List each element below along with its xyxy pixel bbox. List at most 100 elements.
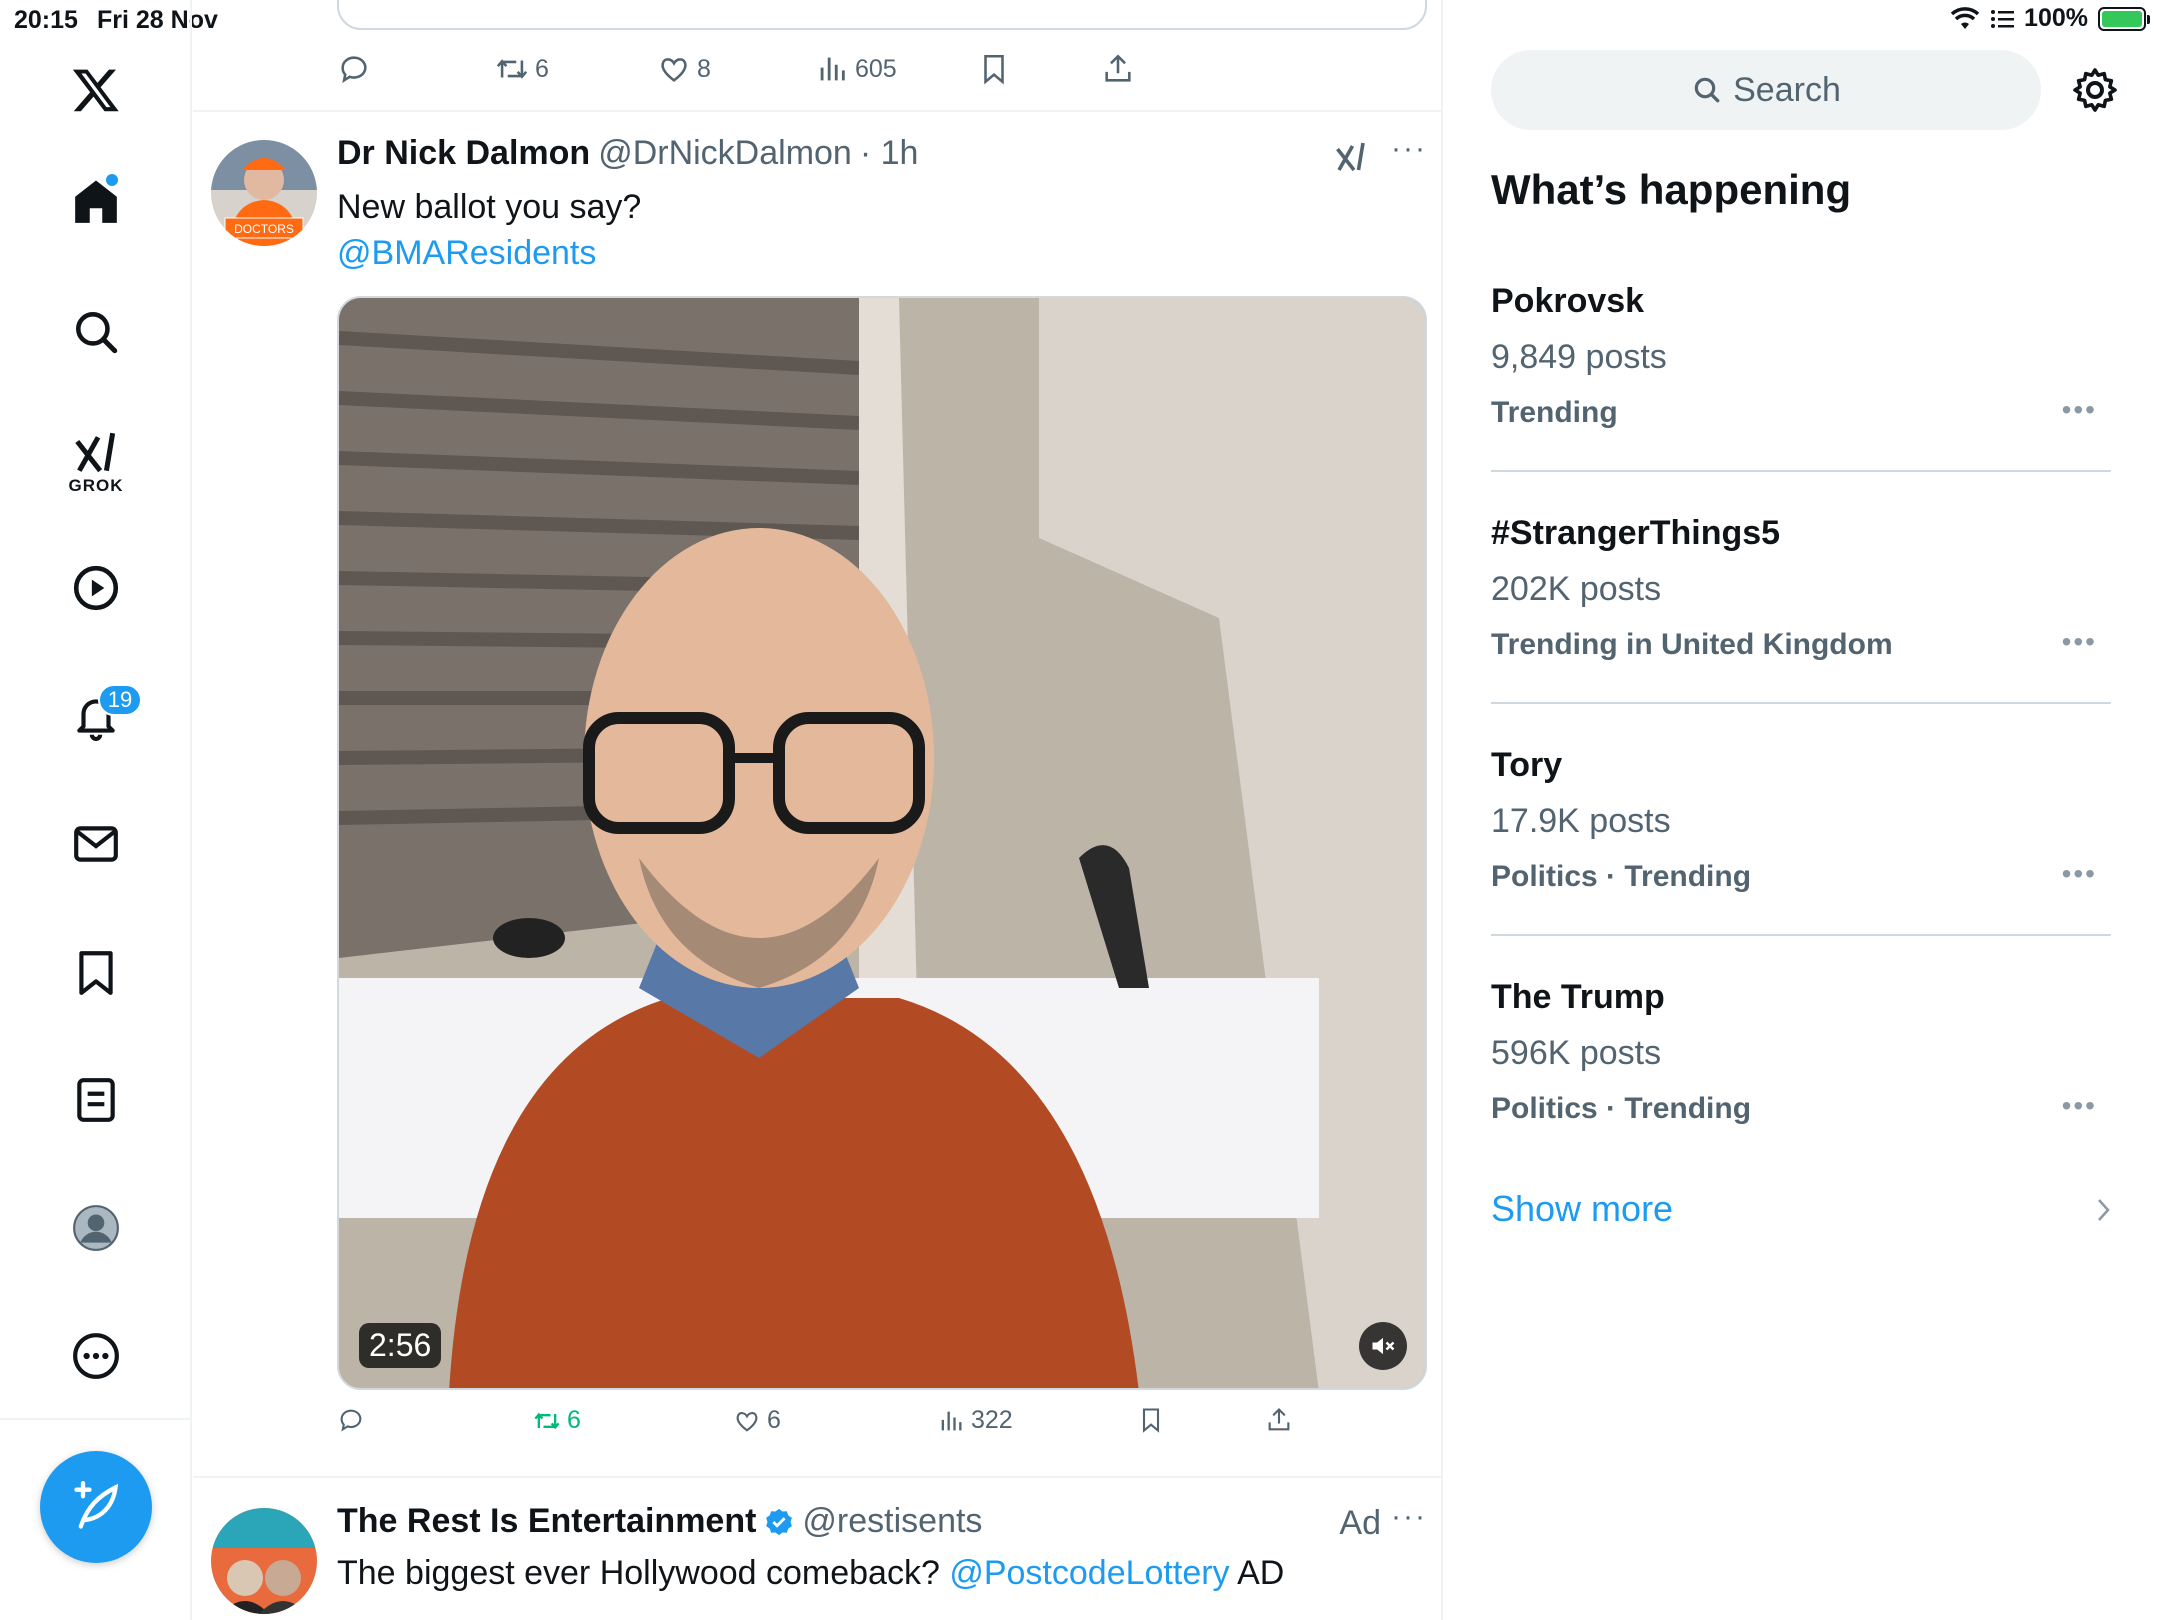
profile-avatar-icon[interactable] — [66, 1198, 126, 1258]
bookmark-icon — [984, 54, 1004, 85]
compose-post-button[interactable] — [40, 1451, 152, 1563]
post-more-icon[interactable]: ··· — [1391, 132, 1427, 166]
ad-author-handle[interactable]: @restisents — [802, 1502, 982, 1541]
retweet-button[interactable]: 6 — [533, 1406, 581, 1435]
search-icon — [1694, 77, 1720, 103]
trend-more-icon[interactable]: ••• — [2062, 858, 2097, 890]
bookmark-post-button[interactable] — [977, 52, 1011, 86]
notifications-badge: 19 — [98, 684, 142, 716]
grok-icon[interactable] — [66, 424, 126, 484]
gear-icon[interactable] — [2071, 66, 2119, 114]
bookmark-post-button[interactable] — [1137, 1406, 1165, 1434]
trend-context: Politics · Trending — [1491, 1092, 1752, 1125]
ad-mention-link[interactable]: @PostcodeLottery — [949, 1554, 1229, 1592]
heart-icon — [736, 1411, 758, 1432]
home-unread-dot — [106, 174, 118, 186]
trend-item[interactable]: Tory 17.9K posts Politics · Trending ••• — [1491, 746, 2111, 978]
reply-button[interactable] — [337, 52, 371, 86]
grok-explain-icon[interactable] — [1333, 140, 1369, 176]
trend-name: Tory — [1491, 746, 1563, 784]
search-placeholder: Search — [1733, 70, 1841, 109]
trend-more-icon[interactable]: ••• — [2062, 1090, 2097, 1122]
post-mention-link[interactable]: @BMAResidents — [337, 230, 596, 276]
trend-item[interactable]: The Trump 596K posts Politics · Trending… — [1491, 978, 2111, 1210]
x-logo-icon[interactable] — [66, 60, 126, 120]
trend-item[interactable]: #StrangerThings5 202K posts Trending in … — [1491, 514, 2111, 746]
search-input[interactable]: Search — [1491, 50, 2041, 130]
retweet-button[interactable]: 6 — [495, 52, 549, 86]
avatar-sign-text: DOCTORS — [234, 222, 294, 236]
retweet-count: 6 — [535, 54, 549, 83]
ad-author-avatar[interactable] — [211, 1508, 317, 1614]
lists-icon[interactable] — [66, 1070, 126, 1130]
views-chart-icon — [941, 1411, 962, 1430]
ad-author-name[interactable]: The Rest Is Entertainment — [337, 1502, 756, 1541]
post-divider — [193, 1476, 1441, 1478]
trend-more-icon[interactable]: ••• — [2062, 626, 2097, 658]
speaker-muted-icon — [1372, 1337, 1395, 1355]
whats-happening-title: What’s happening — [1491, 166, 1852, 213]
views-button[interactable]: 605 — [815, 52, 897, 86]
ad-post-text: The biggest ever Hollywood comeback? @Po… — [337, 1550, 1284, 1596]
share-button[interactable] — [1265, 1406, 1293, 1434]
video-duration: 2:56 — [359, 1323, 442, 1368]
retweet-active-icon — [534, 1412, 560, 1429]
verified-badge-icon — [766, 1508, 793, 1535]
like-button[interactable]: 8 — [657, 52, 711, 86]
share-button[interactable] — [1101, 52, 1135, 86]
views-count: 322 — [971, 1406, 1013, 1434]
views-button[interactable]: 322 — [937, 1406, 1013, 1435]
left-nav: GROK 19 — [0, 0, 192, 1620]
post-divider — [193, 110, 1441, 112]
like-button[interactable]: 6 — [733, 1406, 781, 1435]
trend-divider — [1491, 702, 2111, 704]
trend-post-count: 17.9K posts — [1491, 802, 1671, 840]
post-timestamp[interactable]: · 1h — [860, 134, 919, 173]
grok-label: GROK — [68, 476, 124, 495]
post-author-avatar[interactable]: DOCTORS — [211, 140, 317, 246]
ad-text-before: The biggest ever Hollywood comeback? — [337, 1554, 950, 1592]
like-count: 6 — [767, 1406, 781, 1434]
views-chart-icon — [820, 57, 845, 81]
reply-icon — [341, 56, 367, 83]
trend-context: Trending — [1491, 396, 1618, 429]
trend-post-count: 202K posts — [1491, 570, 1662, 608]
mute-button[interactable] — [1359, 1322, 1407, 1370]
post-text: New ballot you say? — [337, 188, 642, 226]
trend-more-icon[interactable]: ••• — [2062, 394, 2097, 426]
trend-name: The Trump — [1491, 978, 1665, 1016]
heart-icon — [661, 58, 687, 82]
reply-icon — [340, 1409, 362, 1432]
trend-context: Politics · Trending — [1491, 860, 1752, 893]
share-icon — [1105, 54, 1131, 82]
ad-more-icon[interactable]: ··· — [1391, 1500, 1427, 1534]
search-icon[interactable] — [66, 302, 126, 362]
post-author-handle[interactable]: @DrNickDalmon — [598, 134, 852, 173]
trend-divider — [1491, 934, 2111, 936]
mail-icon[interactable] — [66, 814, 126, 874]
post-header: Dr Nick Dalmon @DrNickDalmon · 1h — [337, 134, 918, 173]
post-author-name[interactable]: Dr Nick Dalmon — [337, 134, 590, 173]
video-play-icon[interactable] — [66, 558, 126, 618]
retweet-count: 6 — [567, 1406, 581, 1434]
trend-context: Trending in United Kingdom — [1491, 628, 1893, 661]
ad-post-header: The Rest Is Entertainment @restisents — [337, 1502, 982, 1541]
more-options-icon[interactable] — [66, 1326, 126, 1386]
timeline: ••• 6 8 605 — [193, 0, 1443, 1620]
post-actions: 6 6 322 — [337, 1406, 1427, 1446]
bookmark-icon[interactable] — [66, 942, 126, 1002]
share-icon — [1268, 1408, 1290, 1431]
like-count: 8 — [697, 54, 711, 83]
views-count: 605 — [855, 54, 897, 83]
ad-label: Ad — [1339, 1504, 1381, 1542]
trend-post-count: 9,849 posts — [1491, 338, 1667, 376]
reply-button[interactable] — [337, 1406, 365, 1434]
chevron-right-icon[interactable] — [2091, 1196, 2115, 1224]
trend-post-count: 596K posts — [1491, 1034, 1662, 1072]
right-sidebar: Search What’s happening Pokrovsk 9,849 p… — [1445, 0, 2160, 1620]
show-more-link[interactable]: Show more — [1491, 1188, 1673, 1230]
trend-divider — [1491, 470, 2111, 472]
trend-item[interactable]: Pokrovsk 9,849 posts Trending ••• — [1491, 282, 2111, 514]
previous-post-media[interactable]: ••• — [337, 0, 1427, 30]
post-video[interactable]: 2:56 — [337, 296, 1427, 1390]
